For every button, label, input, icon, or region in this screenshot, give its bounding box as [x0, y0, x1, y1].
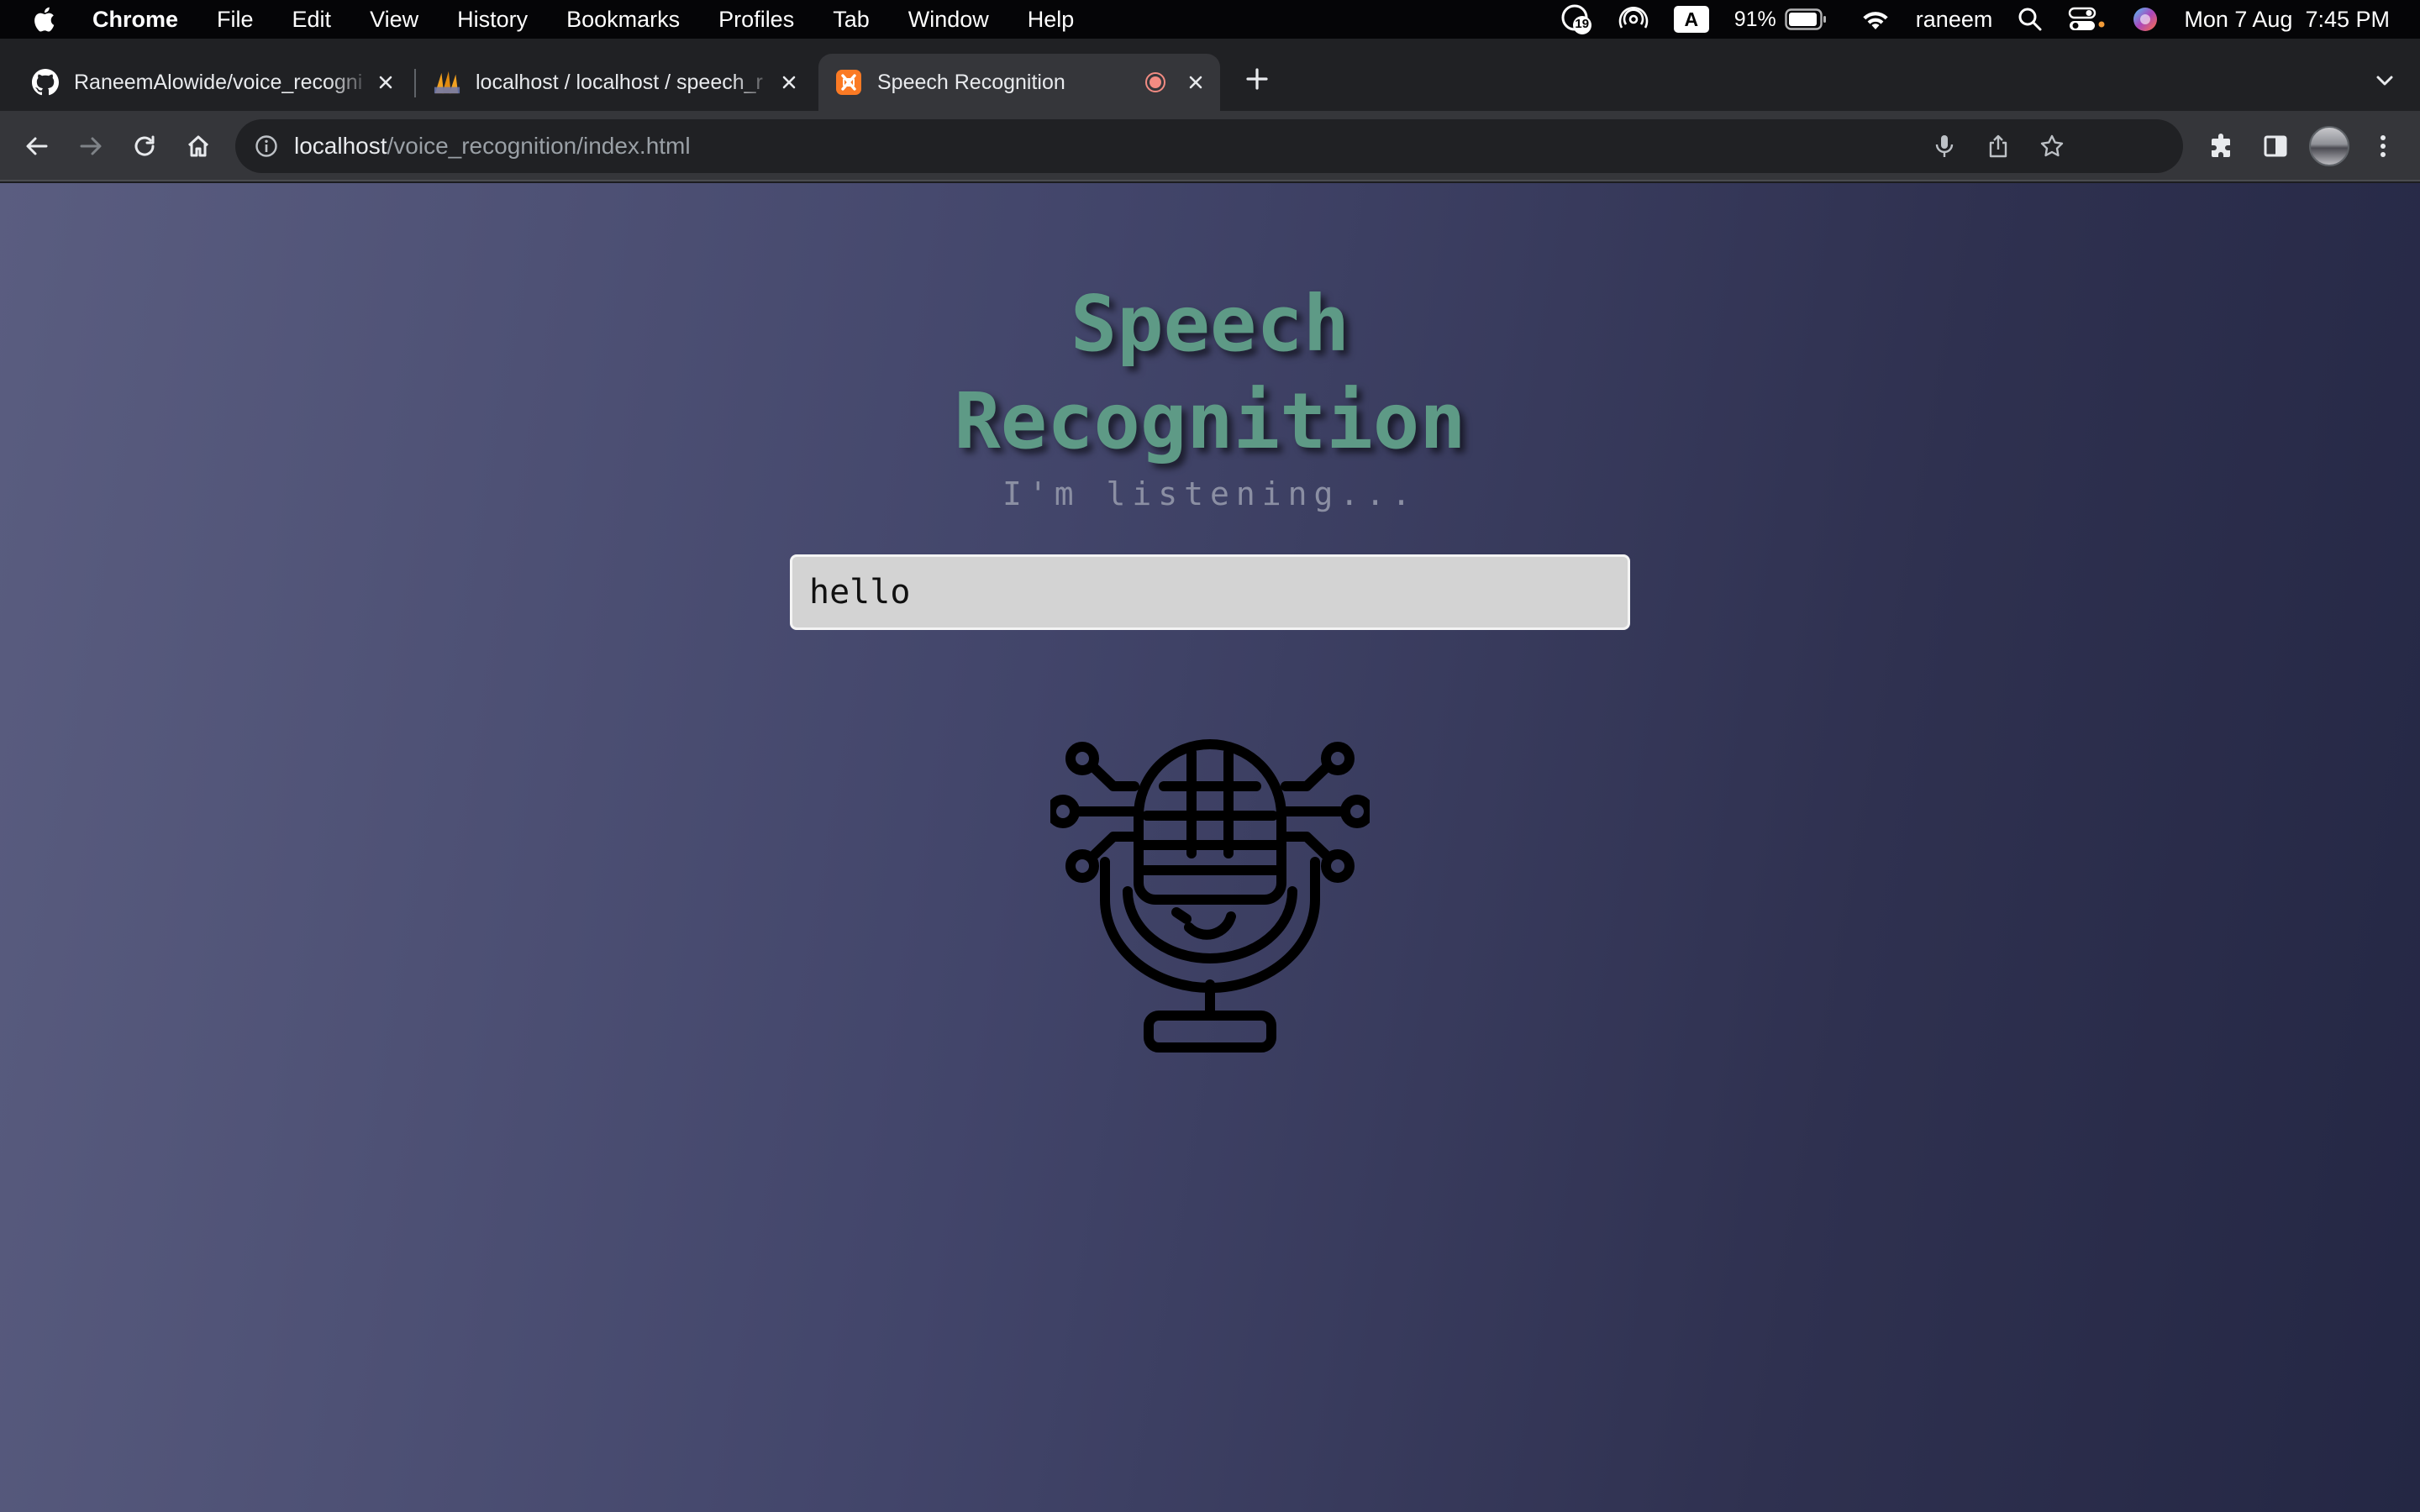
phpmyadmin-icon	[434, 69, 460, 96]
bookmark-star-icon[interactable]	[2032, 126, 2072, 166]
tab-title: localhost / localhost / speech_r	[476, 70, 763, 94]
tab-phpmyadmin[interactable]: localhost / localhost / speech_r	[402, 54, 813, 111]
page-title: Speech Recognition	[0, 276, 2420, 470]
keyboard-input-label: A	[1684, 8, 1699, 30]
menu-file[interactable]: File	[217, 7, 254, 33]
menu-view[interactable]: View	[370, 7, 418, 33]
tab-title: RaneemAlowide/voice_recogni	[74, 70, 363, 94]
spotlight-search-icon[interactable]	[2018, 7, 2043, 32]
home-icon[interactable]	[178, 126, 218, 166]
address-bar[interactable]: localhost/voice_recognition/index.html	[235, 119, 2183, 173]
battery-icon[interactable]	[1785, 8, 1827, 30]
user-name[interactable]: raneem	[1916, 7, 1993, 33]
voice-microphone-icon	[1046, 739, 1374, 1053]
tab-search-chevron-down-icon[interactable]	[2368, 64, 2402, 97]
airdrop-icon[interactable]	[1618, 4, 1649, 34]
recording-indicator-icon	[1144, 71, 1166, 93]
menu-edit[interactable]: Edit	[292, 7, 332, 33]
tab-speech-recognition[interactable]: Speech Recognition	[818, 54, 1220, 111]
menu-window[interactable]: Window	[908, 7, 989, 33]
clock[interactable]: Mon 7 Aug 7:45 PM	[2184, 7, 2390, 33]
xampp-icon	[835, 69, 862, 96]
menu-bookmarks[interactable]: Bookmarks	[566, 7, 680, 33]
notification-count: 19	[1575, 17, 1590, 31]
menu-profiles[interactable]: Profiles	[718, 7, 794, 33]
share-icon[interactable]	[1978, 126, 2018, 166]
tab-strip: RaneemAlowide/voice_recogni localhost / …	[0, 39, 2420, 111]
forward-arrow-icon[interactable]	[71, 126, 111, 166]
profile-avatar[interactable]	[2309, 126, 2349, 166]
tab-github[interactable]: RaneemAlowide/voice_recogni	[0, 54, 410, 111]
reload-icon[interactable]	[124, 126, 165, 166]
siri-icon[interactable]	[2132, 6, 2159, 33]
page-title-line1: Speech	[1070, 279, 1350, 369]
url-path: /voice_recognition/index.html	[387, 133, 691, 159]
apple-menu-icon[interactable]	[32, 6, 55, 33]
macos-menu-bar: Chrome File Edit View History Bookmarks …	[0, 0, 2420, 39]
listening-status: I'm listening...	[1002, 475, 1418, 512]
more-menu-icon[interactable]	[2363, 126, 2403, 166]
side-panel-icon[interactable]	[2255, 126, 2296, 166]
menu-history[interactable]: History	[457, 7, 528, 33]
site-info-icon[interactable]	[254, 134, 279, 159]
menu-tab[interactable]: Tab	[833, 7, 870, 33]
keyboard-input-icon[interactable]: A	[1673, 6, 1709, 33]
close-tab-icon[interactable]	[776, 70, 802, 95]
extensions-puzzle-icon[interactable]	[2202, 126, 2242, 166]
battery-percent: 91%	[1733, 7, 1776, 31]
close-tab-icon[interactable]	[1183, 70, 1208, 95]
new-tab-plus-icon[interactable]	[1240, 62, 1274, 96]
control-center-icon[interactable]	[2068, 6, 2107, 33]
tab-title: Speech Recognition	[877, 70, 1065, 94]
github-icon	[32, 69, 59, 96]
menu-help[interactable]: Help	[1028, 7, 1075, 33]
browser-toolbar: localhost/voice_recognition/index.html	[0, 111, 2420, 181]
microphone-button[interactable]	[1046, 736, 1374, 1055]
close-tab-icon[interactable]	[373, 70, 398, 95]
transcript-input[interactable]	[790, 554, 1630, 630]
url-host: localhost	[294, 133, 387, 159]
menu-app-chrome[interactable]: Chrome	[92, 7, 178, 33]
wifi-icon[interactable]	[1860, 7, 1891, 32]
back-arrow-icon[interactable]	[17, 126, 57, 166]
page-title-line2: Recognition	[954, 376, 1466, 466]
notification-badge-icon[interactable]: 19	[1560, 3, 1593, 36]
microphone-icon[interactable]	[1924, 126, 1965, 166]
web-page: Speech Recognition I'm listening...	[0, 183, 2420, 1512]
